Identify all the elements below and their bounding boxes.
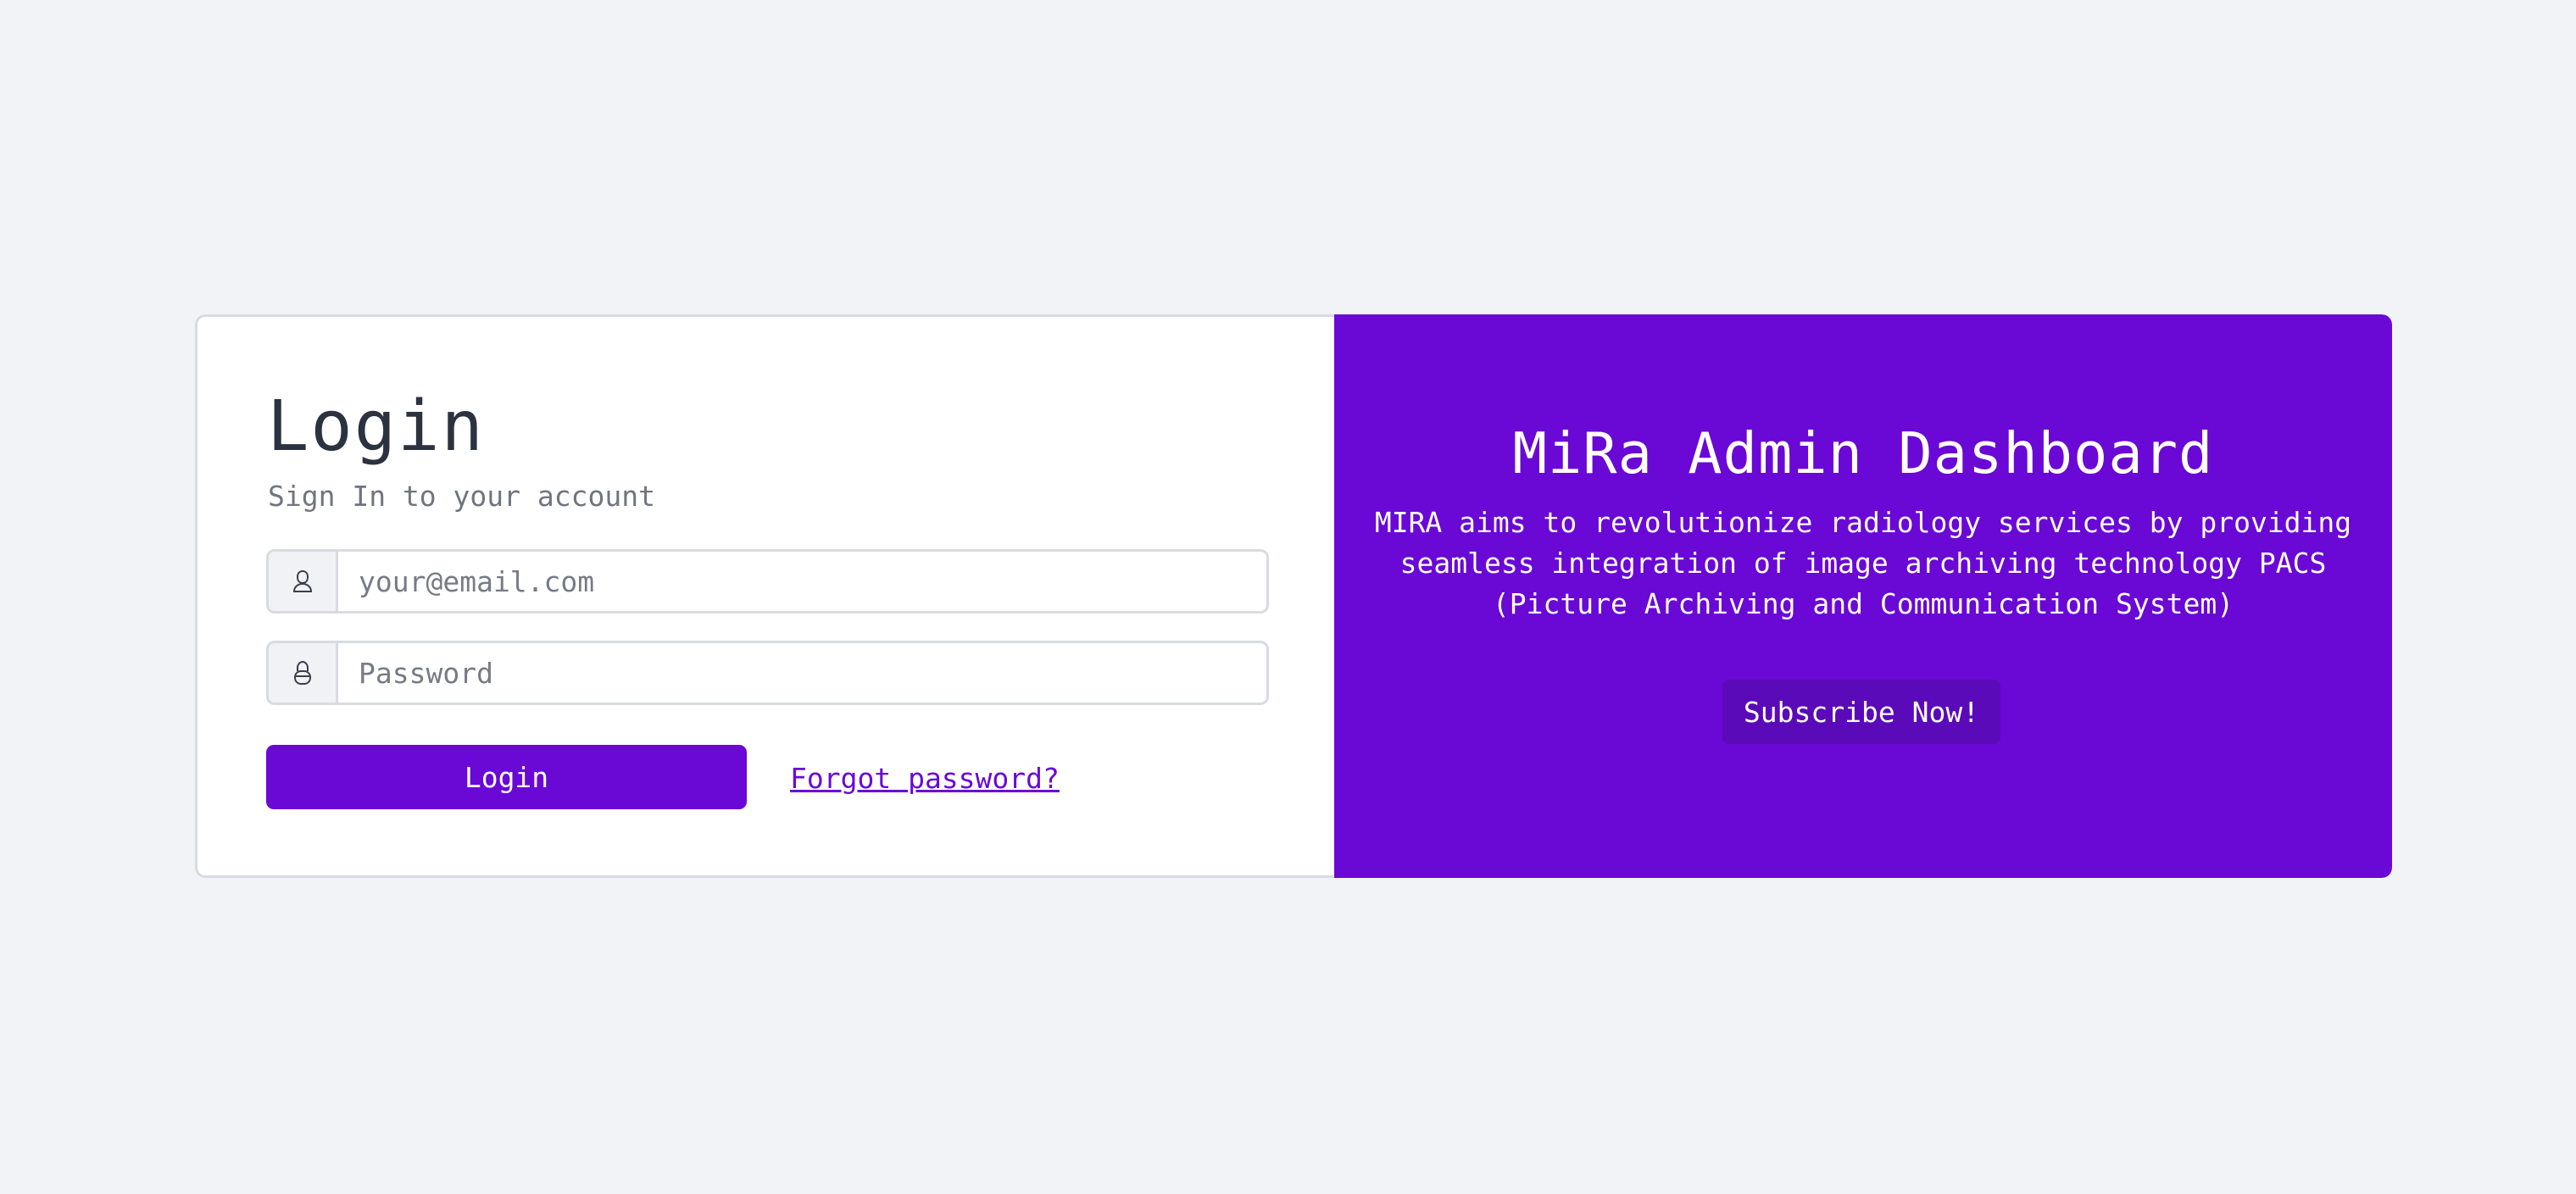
user-icon [269,552,338,611]
login-button[interactable]: Login [266,745,747,809]
login-card: Login Sign In to your account Login [195,314,1334,878]
card-group: Login Sign In to your account Login [195,314,2392,878]
lock-icon [269,643,338,703]
login-title: Login [267,386,485,467]
email-input-group [266,549,1269,614]
login-subtitle: Sign In to your account [268,480,655,513]
password-input-group [266,641,1269,705]
password-field[interactable] [338,643,1266,703]
forgot-password-link[interactable]: Forgot password? [790,762,1060,796]
promo-title: MiRa Admin Dashboard [1512,420,2214,486]
subscribe-button[interactable]: Subscribe Now! [1722,680,2000,744]
promo-description: MIRA aims to revolutionize radiology ser… [1374,506,2352,620]
promo-card: MiRa Admin Dashboard MIRA aims to revolu… [1334,314,2392,878]
email-field[interactable] [338,552,1266,611]
